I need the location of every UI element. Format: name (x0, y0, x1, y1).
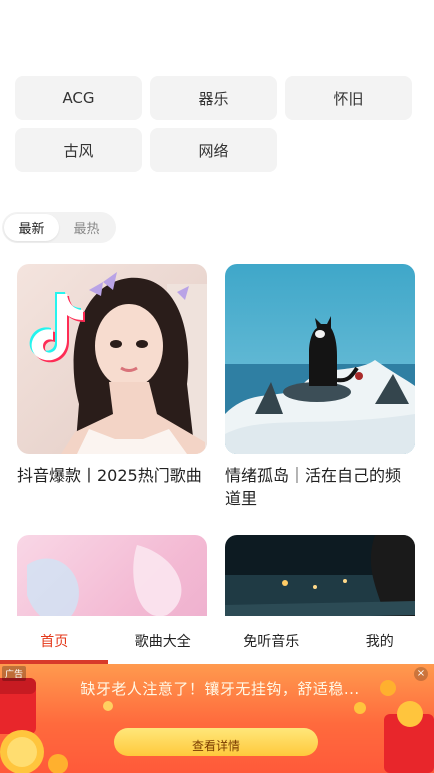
tab-mine[interactable]: 我的 (326, 616, 434, 666)
sort-toggle: 最新 最热 (2, 212, 116, 243)
sort-option-newest[interactable]: 最新 (4, 214, 59, 241)
playlist-cover-image (225, 264, 415, 454)
tab-home[interactable]: 首页 (0, 616, 109, 666)
genre-grid: ACG 器乐 怀旧 古风 网络 (15, 76, 420, 172)
ad-label: 广告 (2, 666, 27, 681)
genre-chip-ancient-style[interactable]: 古风 (15, 128, 142, 172)
sort-option-hottest[interactable]: 最热 (59, 214, 114, 241)
playlist-card[interactable]: 抖音爆款丨2025热门歌曲 (17, 264, 207, 487)
genre-chip-internet[interactable]: 网络 (150, 128, 277, 172)
ad-headline: 缺牙老人注意了！镶牙无挂钩，舒适稳... (80, 680, 360, 698)
playlist-cover-image (17, 264, 207, 454)
tab-song-library[interactable]: 歌曲大全 (109, 616, 218, 666)
playlist-title: 抖音爆款丨2025热门歌曲 (17, 466, 202, 485)
close-icon[interactable]: × (414, 667, 428, 681)
ad-banner[interactable]: 广告 × 缺牙老人注意了！镶牙无挂钩，舒适稳... 查看详情 (0, 664, 434, 773)
playlist-card[interactable]: 情绪孤岛｜活在自己的频道里 (225, 264, 415, 510)
genre-chip-nostalgic[interactable]: 怀旧 (285, 76, 412, 120)
genre-chip-instrumental[interactable]: 器乐 (150, 76, 277, 120)
tab-free-music[interactable]: 免听音乐 (217, 616, 326, 666)
playlist-title: 情绪孤岛｜活在自己的频道里 (225, 466, 402, 508)
bottom-nav: 首页 歌曲大全 免听音乐 我的 (0, 616, 434, 666)
ad-cta-button[interactable]: 查看详情 (114, 728, 318, 756)
genre-chip-acg[interactable]: ACG (15, 76, 142, 120)
